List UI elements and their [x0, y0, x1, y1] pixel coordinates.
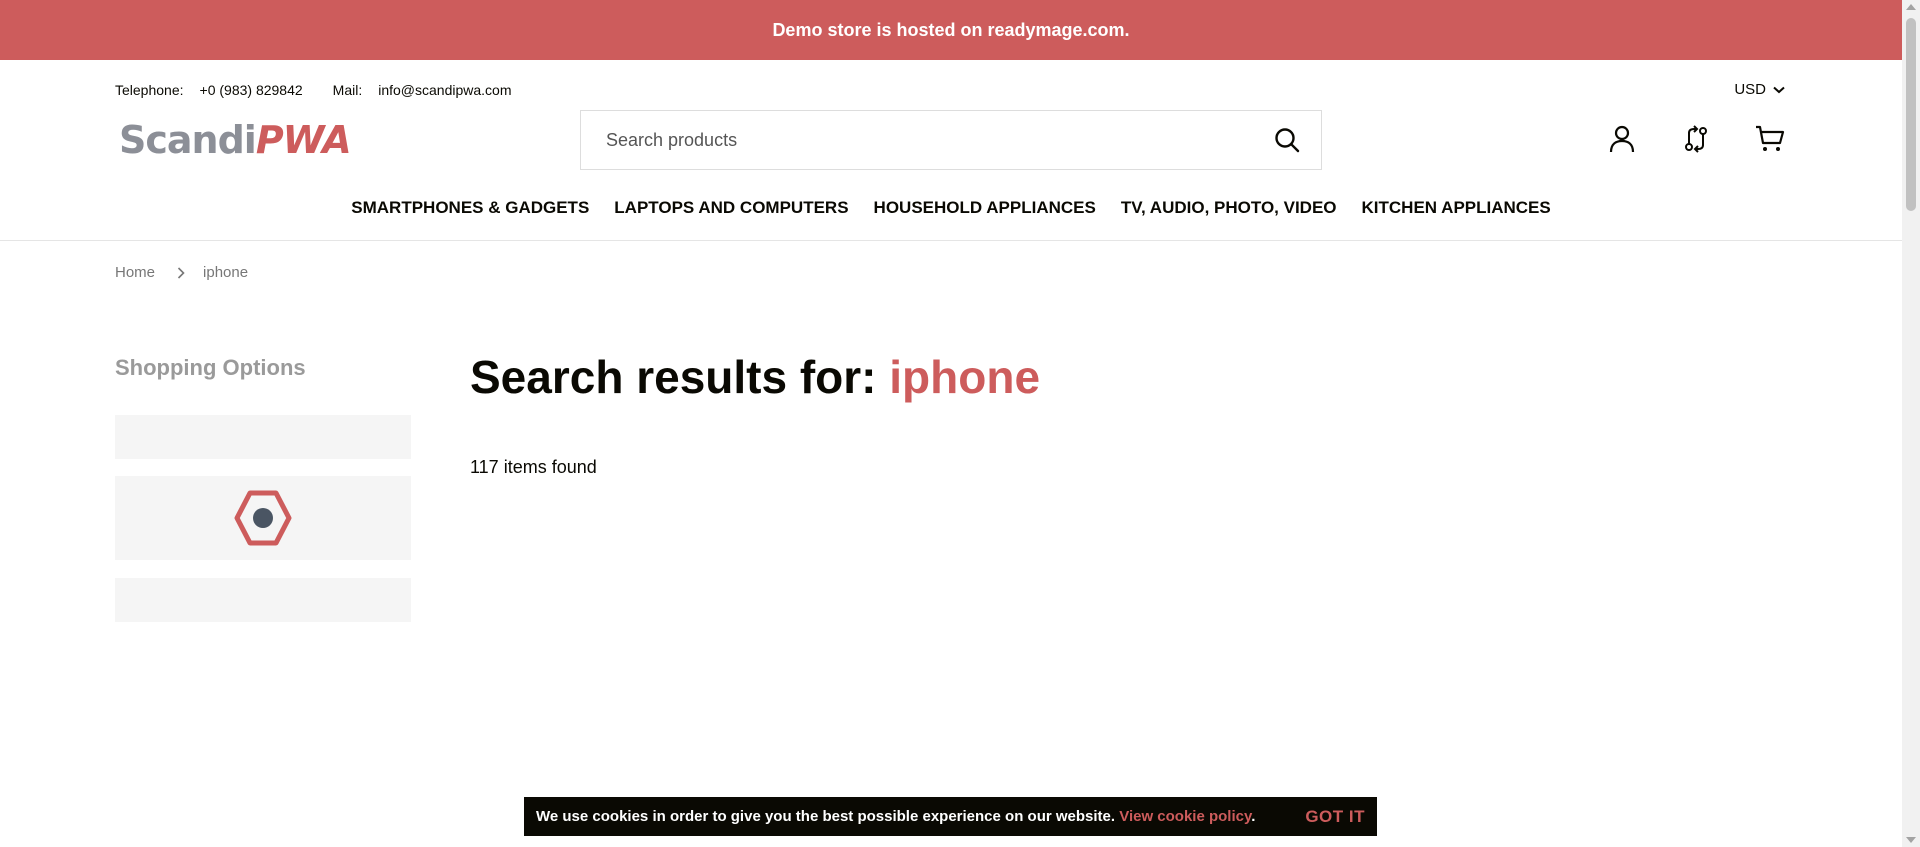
- currency-switcher[interactable]: USD: [1734, 81, 1785, 98]
- scrollbar-thumb[interactable]: [1906, 18, 1916, 211]
- contact-info: Telephone: +0 (983) 829842 Mail: info@sc…: [115, 82, 512, 98]
- cookie-message: We use cookies in order to give you the …: [536, 808, 1305, 825]
- main-menu: Smartphones & Gadgets Laptops and Comput…: [0, 198, 1902, 218]
- search-title-prefix: Search results for:: [470, 351, 877, 403]
- chevron-right-icon: [177, 266, 185, 279]
- logo-part-scandi: Scandi: [119, 117, 257, 162]
- cookie-accept-button[interactable]: GOT IT: [1305, 807, 1365, 827]
- search-term: iphone: [889, 351, 1041, 403]
- items-count: 117 items found: [470, 457, 597, 477]
- page: Demo store is hosted on readymage.com. T…: [0, 0, 1902, 847]
- scrollbar[interactable]: [1902, 0, 1920, 847]
- loader-icon: [234, 490, 292, 546]
- cookie-suffix: .: [1251, 808, 1256, 825]
- menu-item-kitchen-appliances[interactable]: Kitchen Appliances: [1362, 198, 1551, 218]
- compare-button[interactable]: [1679, 122, 1713, 156]
- menu-item-tv-audio-photo-video[interactable]: TV, Audio, Photo, Video: [1121, 198, 1337, 218]
- search-icon: [1275, 128, 1300, 153]
- breadcrumb-current: iphone: [203, 264, 249, 281]
- account-button[interactable]: [1605, 122, 1639, 156]
- mail-link[interactable]: info@scandipwa.com: [378, 82, 511, 98]
- scroll-down-arrow[interactable]: [1906, 837, 1916, 843]
- breadcrumb-home[interactable]: Home: [115, 264, 155, 281]
- cookie-text: We use cookies in order to give you the …: [536, 808, 1116, 825]
- logo-part-pwa: PWA: [255, 117, 352, 162]
- cart-icon: [1756, 125, 1785, 151]
- cookie-banner: We use cookies in order to give you the …: [524, 797, 1377, 836]
- mail-label: Mail:: [332, 82, 363, 98]
- filter-loader: [115, 476, 411, 560]
- menu-item-laptops-computers[interactable]: Laptops and Computers: [614, 198, 848, 218]
- demo-banner: Demo store is hosted on readymage.com.: [0, 0, 1902, 60]
- menu-item-smartphones-gadgets[interactable]: Smartphones & Gadgets: [351, 198, 589, 218]
- breadcrumb: Home iphone: [115, 264, 248, 281]
- page-title: Search results for: iphone: [470, 350, 1040, 404]
- header-actions: [1565, 122, 1787, 156]
- compare-icon: [1685, 125, 1707, 153]
- cookie-policy-link[interactable]: View cookie policy: [1119, 808, 1251, 825]
- telephone-link[interactable]: +0 (983) 829842: [200, 82, 303, 98]
- filter-placeholder: [115, 415, 411, 459]
- filter-placeholder: [115, 578, 411, 622]
- search-bar: [580, 110, 1322, 170]
- scroll-up-arrow[interactable]: [1906, 4, 1916, 10]
- account-icon: [1609, 125, 1635, 153]
- menu-item-household-appliances[interactable]: Household Appliances: [874, 198, 1096, 218]
- header-divider: [0, 240, 1902, 241]
- site-logo[interactable]: ScandiPWA: [119, 117, 352, 162]
- cart-button[interactable]: [1753, 122, 1787, 156]
- currency-value: USD: [1734, 81, 1766, 98]
- chevron-down-icon: [1773, 86, 1785, 93]
- demo-banner-text: Demo store is hosted on readymage.com.: [772, 19, 1130, 40]
- shopping-options-title: Shopping Options: [115, 355, 306, 380]
- logo-text: ScandiPWA: [119, 117, 352, 162]
- search-button[interactable]: [1273, 126, 1301, 154]
- telephone-label: Telephone:: [115, 82, 184, 98]
- search-input[interactable]: [606, 129, 1273, 151]
